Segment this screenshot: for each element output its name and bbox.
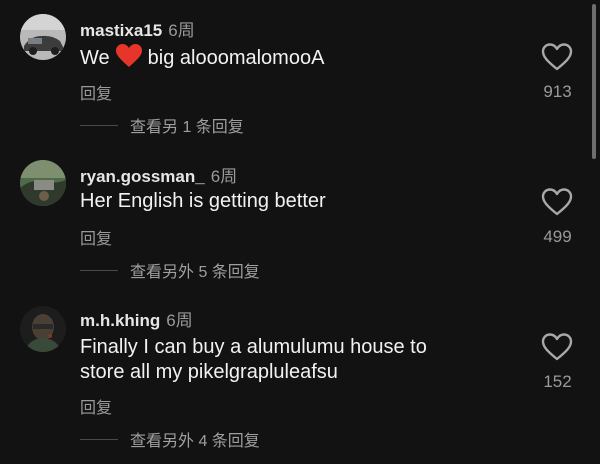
heart-icon[interactable]	[541, 332, 573, 362]
heart-icon[interactable]	[541, 187, 573, 217]
reply-button[interactable]: 回复	[80, 225, 112, 249]
comments-panel: mastixa15 6周 We big alooomalomooA 回复 913 查…	[0, 0, 600, 464]
avatar[interactable]	[20, 160, 66, 206]
like-count: 499	[543, 227, 572, 246]
view-replies-button[interactable]: 查看另外 4 条回复	[80, 429, 260, 450]
comment-meta: ryan.gossman_ 6周	[80, 162, 237, 187]
comment-text: Finally I can buy a alumulumu house to s…	[80, 335, 520, 385]
red-heart-emoji-icon	[115, 44, 142, 75]
comment-text-line: store all my pikelgrapluleafsu	[80, 361, 338, 383]
divider-line	[80, 269, 118, 271]
comment-text: Her English is getting better	[80, 190, 326, 212]
heart-icon[interactable]	[541, 42, 573, 72]
username[interactable]: mastixa15	[80, 21, 162, 40]
view-replies-label: 查看另外 4 条回复	[130, 433, 260, 450]
comment-age: 6周	[210, 167, 238, 186]
comment-text-part: We	[80, 47, 110, 69]
view-replies-button[interactable]: 查看另 1 条回复	[80, 115, 244, 136]
view-replies-button[interactable]: 查看另外 5 条回复	[80, 260, 260, 281]
comment-text: We big alooomalomooA	[80, 44, 520, 75]
avatar[interactable]	[20, 14, 66, 60]
scrollbar[interactable]	[592, 4, 596, 159]
view-replies-label: 查看另外 5 条回复	[130, 264, 260, 281]
like-count: 152	[543, 372, 572, 391]
divider-line	[80, 438, 118, 440]
reply-button[interactable]: 回复	[80, 394, 112, 418]
like-count: 913	[543, 82, 572, 101]
view-replies-label: 查看另 1 条回复	[130, 119, 244, 136]
reply-button[interactable]: 回复	[80, 80, 112, 104]
comment-age: 6周	[166, 311, 193, 330]
avatar[interactable]	[20, 306, 66, 352]
comment-text-part: big alooomalomooA	[147, 47, 325, 69]
username[interactable]: ryan.gossman_	[80, 167, 205, 186]
comment-meta: mastixa15 6周	[80, 16, 195, 41]
comment-text-line: Finally I can buy a alumulumu house to	[80, 336, 427, 358]
username[interactable]: m.h.khing	[80, 311, 160, 330]
comment-age: 6周	[168, 21, 195, 40]
divider-line	[80, 124, 118, 126]
comment-meta: m.h.khing 6周	[80, 306, 193, 331]
